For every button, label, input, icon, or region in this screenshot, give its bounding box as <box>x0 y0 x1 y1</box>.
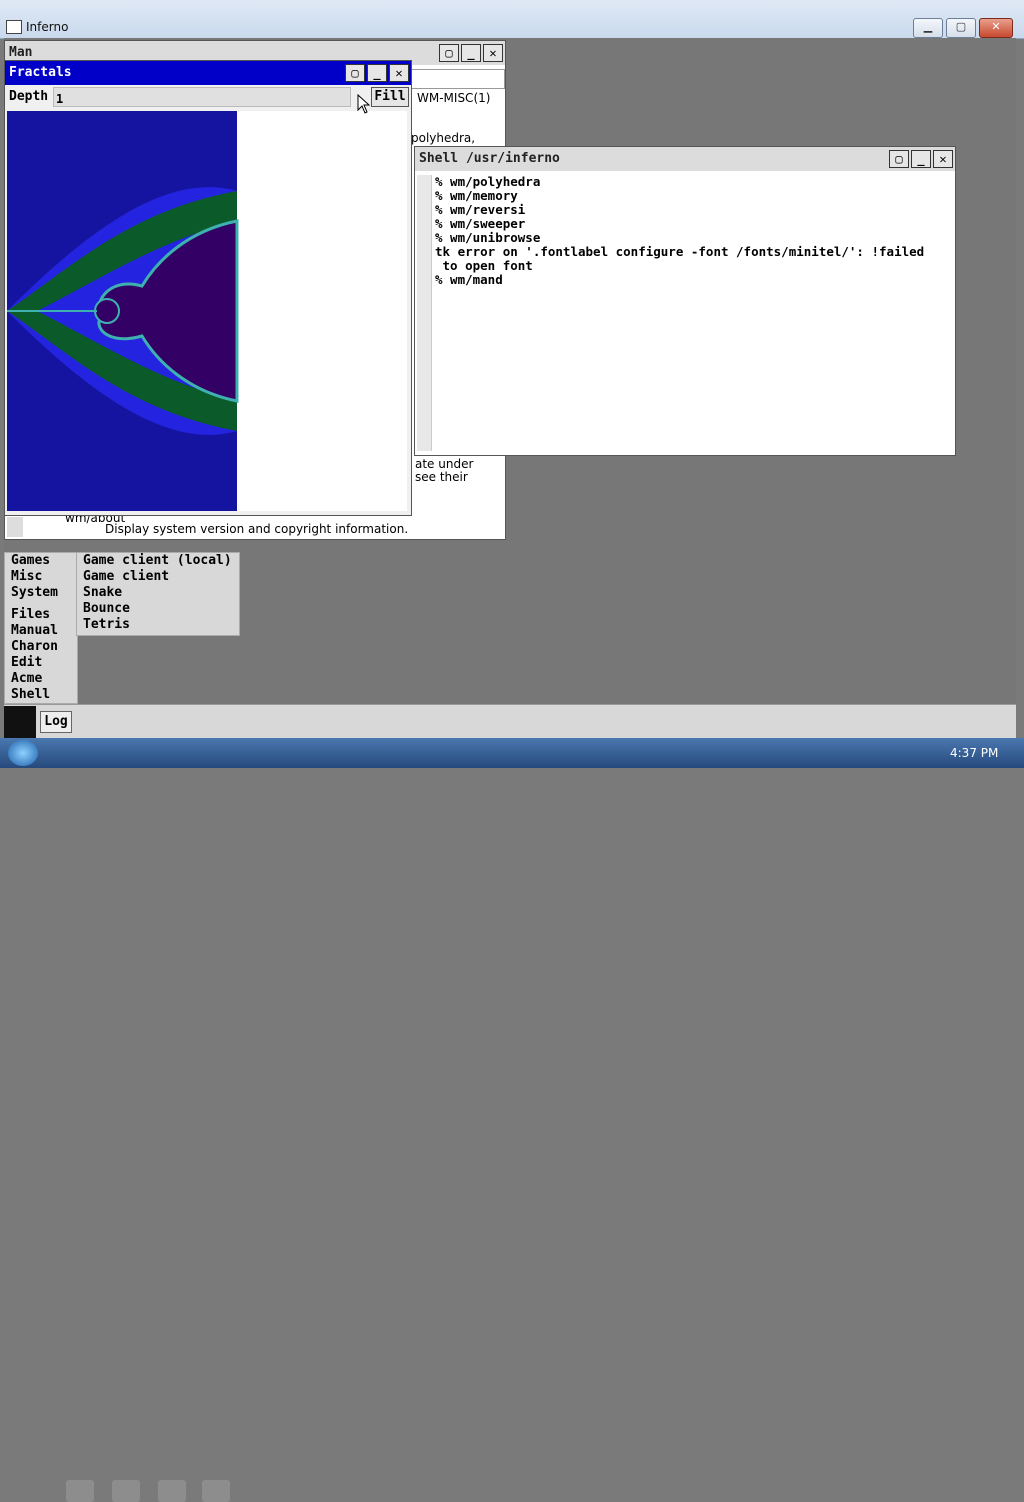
shell-title: Shell /usr/inferno <box>419 151 560 166</box>
fractals-title: Fractals <box>9 65 72 80</box>
shell-line: % wm/unibrowse <box>435 230 541 245</box>
media-player-icon[interactable] <box>112 1480 140 1502</box>
log-button[interactable]: Log <box>40 711 72 733</box>
shell-line: % wm/reversi <box>435 202 526 217</box>
inferno-logo-icon[interactable] <box>4 706 36 738</box>
shell-window: Shell /usr/inferno ▢ _ ✕ % wm/polyhedra … <box>414 146 956 456</box>
mandelbrot-image <box>7 111 239 511</box>
inferno-taskbar: Log <box>4 704 1016 739</box>
menu-item-misc[interactable]: Misc <box>5 569 77 585</box>
fill-button[interactable]: Fill <box>371 87 409 107</box>
start-orb-icon[interactable] <box>8 740 38 766</box>
start-menu: Games Misc System Files Manual Charon Ed… <box>4 552 78 704</box>
menu-item-system[interactable]: System <box>5 585 77 601</box>
man-search-field[interactable] <box>411 69 505 89</box>
minimize-button[interactable]: ▁ <box>913 18 943 38</box>
man-text-fragment: polyhedra, <box>411 131 476 145</box>
clock[interactable]: 4:37 PM <box>950 746 998 760</box>
explorer-icon[interactable] <box>66 1480 94 1502</box>
menu-item-charon[interactable]: Charon <box>5 639 77 655</box>
shell-line: % wm/memory <box>435 188 518 203</box>
fractals-maximize-icon[interactable]: ▢ <box>345 64 365 82</box>
shell-titlebar[interactable]: Shell /usr/inferno <box>415 147 955 171</box>
man-title: Man <box>9 45 33 60</box>
shell-scrollbar[interactable] <box>417 175 432 451</box>
shell-maximize-icon[interactable]: ▢ <box>889 150 909 168</box>
shell-line: % wm/mand <box>435 272 503 287</box>
man-footer: Display system version and copyright inf… <box>105 522 409 536</box>
shell-line: % wm/polyhedra <box>435 174 541 189</box>
fractal-canvas[interactable] <box>7 111 407 511</box>
submenu-item[interactable]: Snake <box>77 585 239 601</box>
shell-minimize-icon[interactable]: _ <box>911 150 931 168</box>
host-titlebar: Inferno ▁ ▢ ✕ <box>0 0 1024 39</box>
depth-label: Depth <box>9 89 49 104</box>
chrome-icon[interactable] <box>158 1480 186 1502</box>
shell-line: % wm/sweeper <box>435 216 526 231</box>
man-page-header: WM-MISC(1) <box>417 91 491 105</box>
shell-line: tk error on '.fontlabel configure -font … <box>435 244 925 259</box>
menu-item-files[interactable]: Files <box>5 607 77 623</box>
man-text-fragment: see their <box>415 470 468 484</box>
man-maximize-icon[interactable]: ▢ <box>439 44 459 62</box>
submenu-item[interactable]: Game client (local) <box>77 553 239 569</box>
shell-line: to open font <box>435 258 533 273</box>
submenu-item[interactable]: Bounce <box>77 601 239 617</box>
fractals-window: Fractals ▢ _ ✕ Depth 1 Fill <box>4 60 412 516</box>
menu-item-shell[interactable]: Shell <box>5 687 77 703</box>
menu-item-manual[interactable]: Manual <box>5 623 77 639</box>
depth-input[interactable]: 1 <box>53 87 351 107</box>
man-text-fragment: ate under <box>415 457 474 471</box>
fractals-close-icon[interactable]: ✕ <box>389 64 409 82</box>
windows-taskbar: 4:37 PM <box>0 738 1024 1502</box>
man-scrollbar[interactable] <box>7 517 23 537</box>
maximize-button[interactable]: ▢ <box>946 18 976 38</box>
man-minimize-icon[interactable]: _ <box>461 44 481 62</box>
close-button[interactable]: ✕ <box>979 18 1013 38</box>
submenu-item[interactable]: Tetris <box>77 617 239 633</box>
fractals-minimize-icon[interactable]: _ <box>367 64 387 82</box>
submenu-item[interactable]: Game client <box>77 569 239 585</box>
menu-item-acme[interactable]: Acme <box>5 671 77 687</box>
mouse-cursor-icon <box>357 94 371 114</box>
shell-close-icon[interactable]: ✕ <box>933 150 953 168</box>
inferno-task-icon[interactable] <box>202 1480 230 1502</box>
man-close-icon[interactable]: ✕ <box>483 44 503 62</box>
menu-item-edit[interactable]: Edit <box>5 655 77 671</box>
shell-output[interactable]: % wm/polyhedra % wm/memory % wm/reversi … <box>435 175 951 287</box>
menu-item-games[interactable]: Games <box>5 553 77 569</box>
depth-value: 1 <box>56 92 64 106</box>
games-submenu: Game client (local) Game client Snake Bo… <box>76 552 240 636</box>
host-title: Inferno <box>26 20 69 34</box>
app-icon <box>6 20 22 34</box>
